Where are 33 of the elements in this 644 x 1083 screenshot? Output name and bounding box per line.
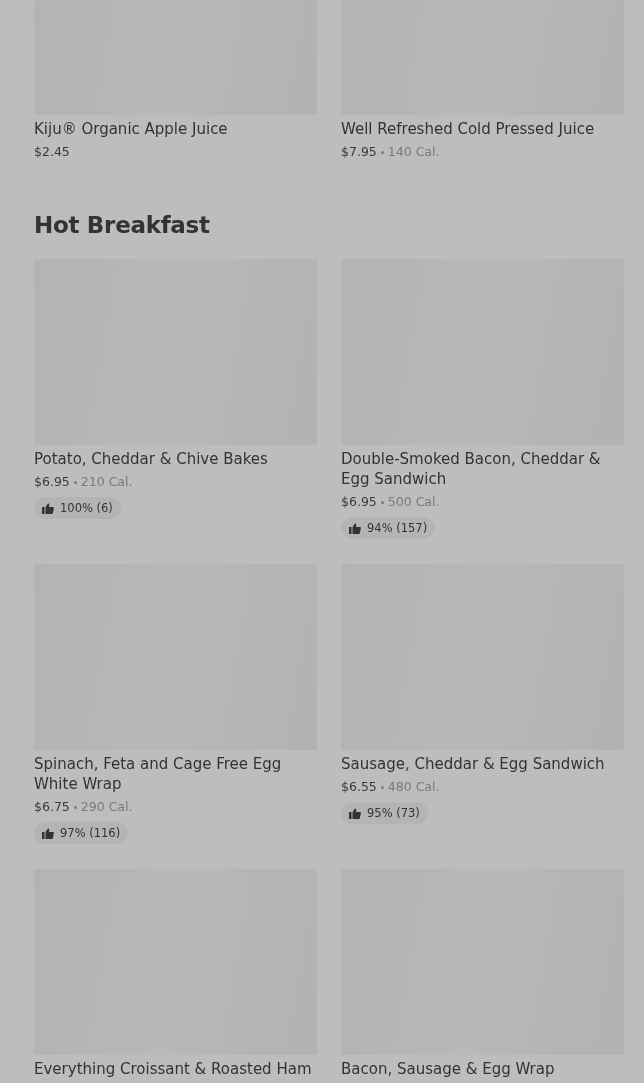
item-calories: 500 Cal. — [387, 493, 440, 511]
item-calories: 480 Cal. — [387, 778, 440, 796]
separator-dot-icon — [380, 150, 384, 154]
item-price: $6.95 — [341, 493, 377, 511]
item-calories: 140 Cal. — [387, 143, 440, 161]
separator-dot-icon — [73, 805, 77, 809]
item-name: Kiju® Organic Apple Juice — [34, 119, 229, 139]
item-name: Everything Croissant & Roasted Ham — [34, 1059, 313, 1079]
thumbs-up-icon — [349, 807, 361, 819]
item-name: Spinach, Feta and Cage Free Egg White Wrap — [34, 754, 283, 794]
item-name: Sausage, Cheddar & Egg Sandwich — [341, 754, 606, 774]
item-price: $6.95 — [34, 473, 70, 491]
item-name: Well Refreshed Cold Pressed Juice — [341, 119, 596, 139]
section-heading: Hot Breakfast — [34, 212, 211, 238]
rating-badge: 97% (116) — [34, 822, 129, 844]
separator-dot-icon — [380, 785, 384, 789]
item-price: $6.55 — [341, 778, 377, 796]
item-price: $2.45 — [34, 143, 70, 161]
item-name: Bacon, Sausage & Egg Wrap — [341, 1059, 556, 1079]
item-calories: 210 Cal. — [80, 473, 133, 491]
item-calories: 290 Cal. — [80, 798, 133, 816]
thumbs-up-icon — [42, 827, 54, 839]
thumbs-up-icon — [42, 502, 54, 514]
rating-badge: 94% (157) — [341, 517, 436, 539]
separator-dot-icon — [380, 500, 384, 504]
rating-badge: 100% (6) — [34, 497, 121, 519]
item-price: $7.95 — [341, 143, 377, 161]
item-price: $6.75 — [34, 798, 70, 816]
item-name: Double-Smoked Bacon, Cheddar & Egg Sandwich — [341, 449, 602, 489]
rating-badge: 95% (73) — [341, 802, 428, 824]
item-name: Potato, Cheddar & Chive Bakes — [34, 449, 269, 469]
separator-dot-icon — [73, 480, 77, 484]
thumbs-up-icon — [349, 522, 361, 534]
